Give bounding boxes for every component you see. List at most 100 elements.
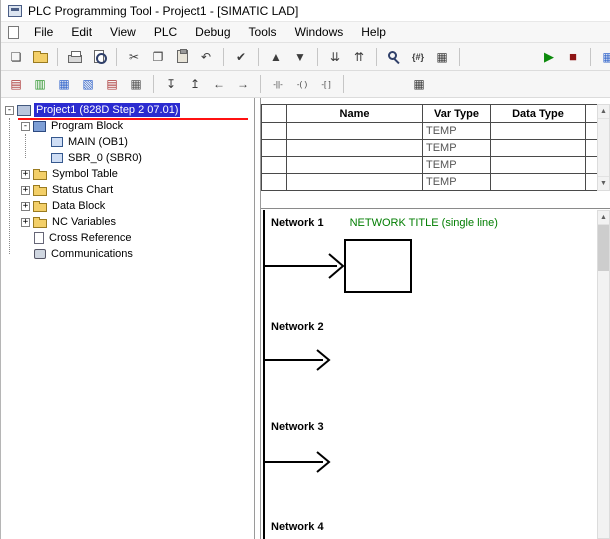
expand-icon[interactable]: +: [21, 186, 30, 195]
network-3-rung[interactable]: [265, 449, 355, 475]
menu-view[interactable]: View: [101, 23, 145, 41]
tree-item-symbol-table[interactable]: + Symbol Table: [1, 166, 254, 182]
network-2-header: Network 2: [271, 321, 350, 333]
address-table-icon[interactable]: ▦: [408, 74, 430, 94]
view-status-chart-icon[interactable]: ▦: [53, 74, 75, 94]
symbol-table-icon[interactable]: ▦: [431, 47, 453, 67]
copy-icon[interactable]: ❐: [147, 47, 169, 67]
network-title[interactable]: NETWORK TITLE (single line): [350, 217, 498, 229]
program-block-icon: [33, 121, 46, 132]
compile-icon[interactable]: ✔: [230, 47, 252, 67]
extra-cell: [586, 174, 598, 191]
menu-tools[interactable]: Tools: [240, 23, 286, 41]
tree-item-nc-variables[interactable]: + NC Variables: [1, 214, 254, 230]
scroll-up-icon[interactable]: ▲: [598, 211, 609, 225]
row-selector[interactable]: [262, 123, 287, 140]
name-cell[interactable]: [287, 140, 423, 157]
scroll-down-icon[interactable]: ▼: [598, 176, 609, 190]
ladder-scrollbar[interactable]: ▲: [597, 210, 610, 539]
editor-pane: Name Var Type Data Type TEMP: [261, 98, 610, 539]
expand-icon[interactable]: +: [21, 202, 30, 211]
collapse-icon[interactable]: -: [5, 106, 14, 115]
find-icon[interactable]: [383, 47, 405, 67]
paste-icon[interactable]: [171, 47, 193, 67]
row-selector[interactable]: [262, 174, 287, 191]
table-scrollbar[interactable]: ▲ ▼: [597, 104, 610, 191]
navigate-up-icon[interactable]: ↥: [184, 74, 206, 94]
address-icon[interactable]: {#}: [407, 47, 429, 67]
title-bar: PLC Programming Tool - Project1 - [SIMAT…: [1, 0, 610, 22]
data-type-cell[interactable]: [491, 140, 586, 157]
network-2-rung[interactable]: [265, 347, 355, 373]
print-preview-icon[interactable]: [88, 47, 110, 67]
var-type-cell[interactable]: TEMP: [423, 174, 491, 191]
var-type-cell[interactable]: TEMP: [423, 157, 491, 174]
name-cell[interactable]: [287, 157, 423, 174]
upload-icon[interactable]: ▲: [265, 47, 287, 67]
download-icon[interactable]: ▼: [289, 47, 311, 67]
menu-file[interactable]: File: [25, 23, 62, 41]
network-1-rung[interactable]: [265, 237, 417, 299]
tree-item-main-ob1[interactable]: MAIN (OB1): [1, 134, 254, 150]
data-type-cell[interactable]: [491, 174, 586, 191]
print-icon[interactable]: [64, 47, 86, 67]
navigate-left-icon[interactable]: ←: [208, 74, 230, 94]
name-cell[interactable]: [287, 174, 423, 191]
toolbar-separator: [223, 48, 224, 66]
tree-item-data-block[interactable]: + Data Block: [1, 198, 254, 214]
navigate-down-icon[interactable]: ↧: [160, 74, 182, 94]
data-type-cell[interactable]: [491, 157, 586, 174]
clipboard-icon: [177, 50, 188, 63]
document-icon[interactable]: [8, 26, 19, 39]
ladder-coil-icon[interactable]: -( ): [291, 74, 313, 94]
scroll-up-icon[interactable]: ▲: [598, 105, 609, 119]
tree-item-cross-reference[interactable]: Cross Reference: [1, 230, 254, 246]
menu-windows[interactable]: Windows: [286, 23, 353, 41]
run-icon[interactable]: ▶: [538, 47, 560, 67]
row-selector[interactable]: [262, 140, 287, 157]
sort-descending-icon[interactable]: ⇈: [348, 47, 370, 67]
menu-help[interactable]: Help: [352, 23, 395, 41]
expand-icon[interactable]: +: [21, 218, 30, 227]
ladder-contact-icon[interactable]: -||-: [267, 74, 289, 94]
view-data-block-icon[interactable]: ▧: [77, 74, 99, 94]
tree-item-status-chart[interactable]: + Status Chart: [1, 182, 254, 198]
undo-icon[interactable]: ↶: [195, 47, 217, 67]
table-row: TEMP: [262, 157, 598, 174]
tree-item-sbr0[interactable]: SBR_0 (SBR0): [1, 150, 254, 166]
block-icon: [51, 137, 63, 147]
preview-page-icon: [94, 50, 104, 63]
sort-ascending-icon[interactable]: ⇊: [324, 47, 346, 67]
stop-icon[interactable]: ■: [562, 47, 584, 67]
name-cell[interactable]: [287, 123, 423, 140]
tree-item-project-root[interactable]: - Project1 (828D Step 2 07.01): [1, 102, 254, 118]
menu-debug[interactable]: Debug: [186, 23, 239, 41]
open-icon[interactable]: [29, 47, 51, 67]
row-selector[interactable]: [262, 157, 287, 174]
data-type-cell[interactable]: [491, 123, 586, 140]
ladder-box-icon[interactable]: -[ ]: [315, 74, 337, 94]
tree-item-communications[interactable]: Communications: [1, 246, 254, 262]
var-type-cell[interactable]: TEMP: [423, 123, 491, 140]
new-icon[interactable]: ❏: [5, 47, 27, 67]
tree-item-label: Data Block: [50, 199, 107, 213]
network-label: Network 3: [271, 421, 324, 433]
app-icon: [8, 5, 22, 17]
tree-item-program-block[interactable]: - Program Block: [1, 118, 254, 134]
view-cross-reference-icon[interactable]: ▤: [101, 74, 123, 94]
expand-icon[interactable]: +: [21, 170, 30, 179]
view-output-icon[interactable]: ▦: [125, 74, 147, 94]
ladder-editor[interactable]: Network 1 NETWORK TITLE (single line) Ne…: [261, 208, 610, 539]
menu-edit[interactable]: Edit: [62, 23, 101, 41]
menu-plc[interactable]: PLC: [145, 23, 186, 41]
view-symbol-table-icon[interactable]: ▥: [29, 74, 51, 94]
table-row: TEMP: [262, 140, 598, 157]
collapse-icon[interactable]: -: [21, 122, 30, 131]
navigate-right-icon[interactable]: →: [232, 74, 254, 94]
window-view-1-icon[interactable]: ▦: [597, 47, 610, 67]
scroll-thumb[interactable]: [598, 225, 609, 271]
var-type-cell[interactable]: TEMP: [423, 140, 491, 157]
cut-icon[interactable]: ✂: [123, 47, 145, 67]
view-project-icon[interactable]: ▤: [5, 74, 27, 94]
network-3-header: Network 3: [271, 421, 350, 433]
